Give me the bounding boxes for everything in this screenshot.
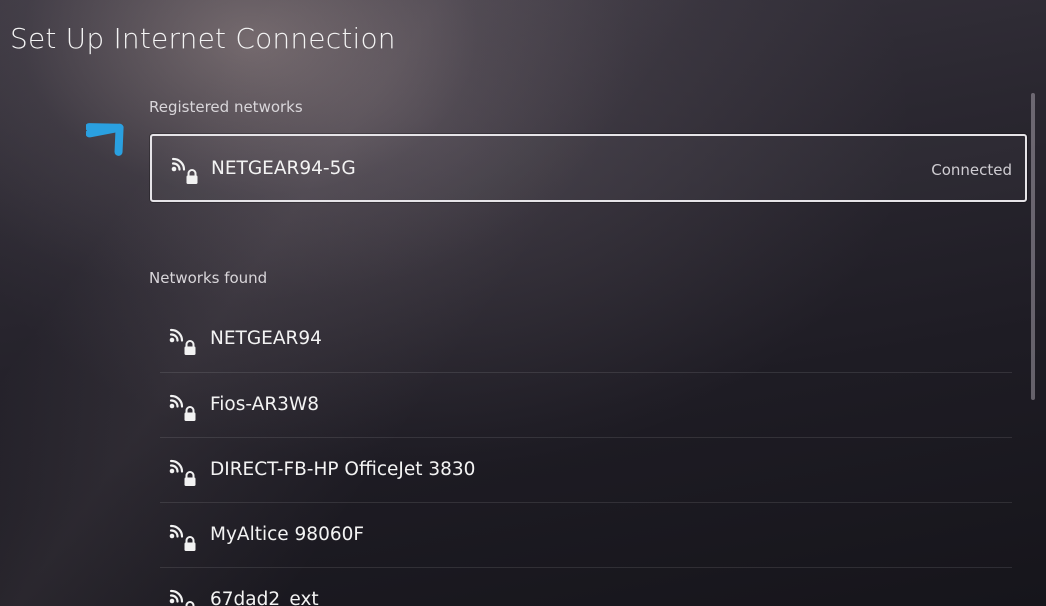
- wifi-locked-icon: [168, 393, 200, 423]
- wifi-locked-icon: [168, 588, 200, 606]
- network-list-item[interactable]: NETGEAR94: [150, 307, 1012, 373]
- network-list-item[interactable]: Fios-AR3W8: [150, 373, 1012, 439]
- network-name: NETGEAR94-5G: [211, 158, 356, 179]
- network-list-item[interactable]: DIRECT-FB-HP OfficeJet 3830: [150, 438, 1012, 504]
- wifi-locked-icon: [168, 327, 200, 357]
- wifi-locked-icon: [168, 523, 200, 553]
- annotation-arrow-icon: [86, 123, 124, 156]
- connection-status: Connected: [931, 161, 1012, 179]
- scrollbar[interactable]: [1031, 93, 1035, 400]
- page-title: Set Up Internet Connection: [10, 22, 396, 55]
- network-list-item[interactable]: 67dad2_ext: [150, 568, 1012, 606]
- wifi-locked-icon: [170, 156, 202, 186]
- registered-network-row[interactable]: NETGEAR94-5G Connected: [150, 134, 1027, 202]
- network-list-item[interactable]: MyAltice 98060F: [150, 503, 1012, 569]
- network-name: NETGEAR94: [210, 328, 322, 349]
- network-name: MyAltice 98060F: [210, 524, 365, 545]
- network-name: Fios-AR3W8: [210, 394, 320, 415]
- network-name: DIRECT-FB-HP OfficeJet 3830: [210, 459, 476, 480]
- wifi-locked-icon: [168, 458, 200, 488]
- registered-networks-label: Registered networks: [149, 98, 303, 116]
- networks-found-label: Networks found: [149, 269, 268, 287]
- network-name: 67dad2_ext: [210, 589, 319, 606]
